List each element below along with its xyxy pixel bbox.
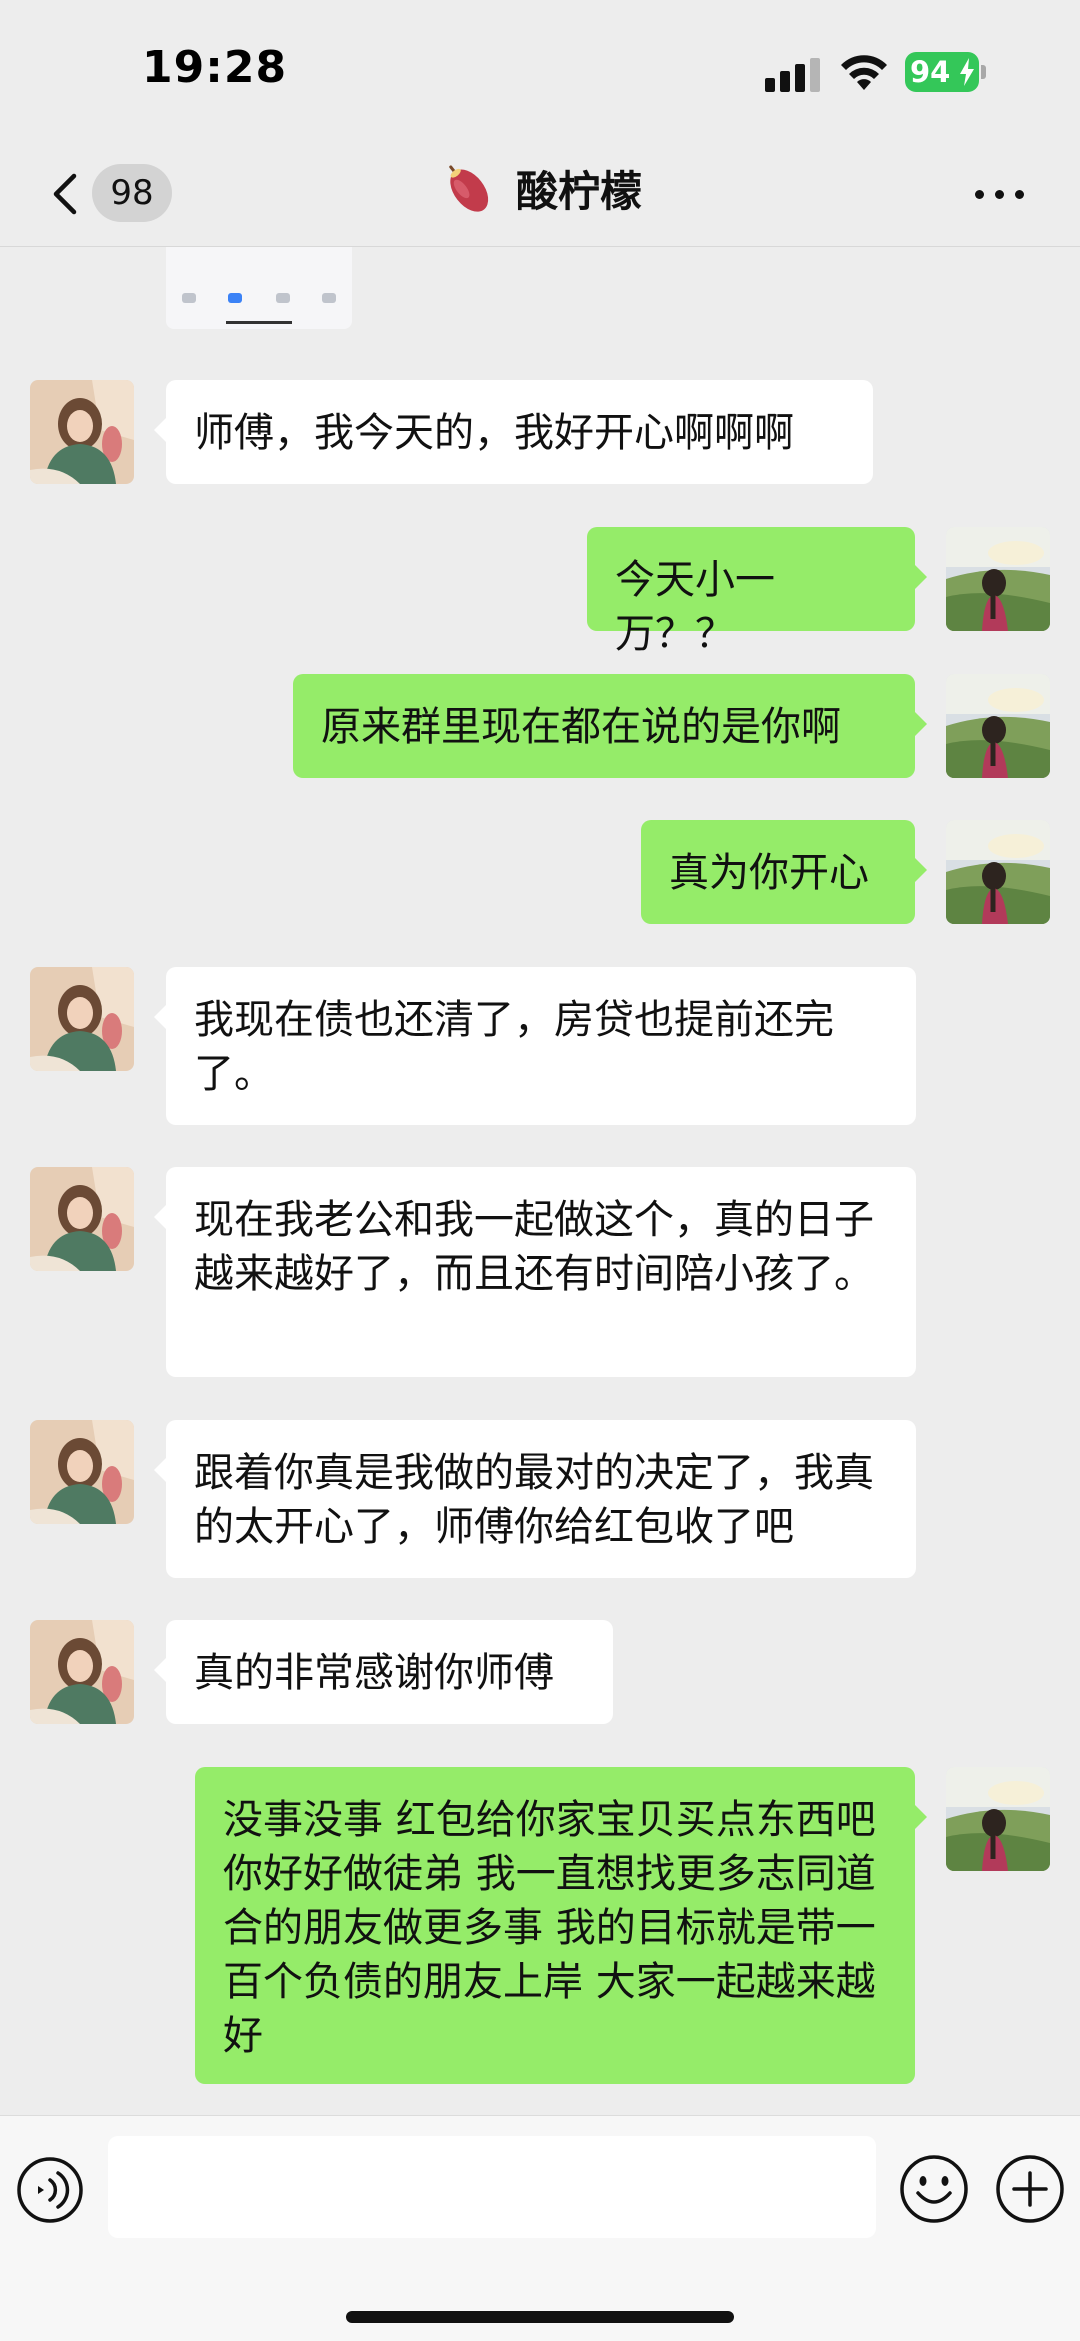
- contact-avatar[interactable]: [30, 1167, 134, 1271]
- message-bubble-outgoing[interactable]: 没事没事 红包给你家宝贝买点东西吧你好好做徒弟 我一直想找更多志同道合的朋友做更…: [195, 1767, 927, 2084]
- message-text: 现在我老公和我一起做这个，真的日子越来越好了，而且还有时间陪小孩了。: [194, 1197, 874, 1297]
- image-message-thumbnail[interactable]: [166, 247, 352, 329]
- wifi-icon: [841, 55, 887, 90]
- my-avatar[interactable]: [946, 820, 1050, 924]
- message-text: 跟着你真是我做的最对的决定了，我真的太开心了，师傅你给红包收了吧: [194, 1450, 874, 1550]
- contact-avatar[interactable]: [30, 1620, 134, 1724]
- input-bar: [0, 2115, 1080, 2341]
- chat-screen: 19:28 94 98 酸柠檬 师傅，我今天的，我好开心啊啊啊 今天小一万？？ …: [0, 0, 1080, 2341]
- cellular-signal-icon: [765, 58, 820, 92]
- my-avatar[interactable]: [946, 674, 1050, 778]
- message-text: 没事没事 红包给你家宝贝买点东西吧你好好做徒弟 我一直想找更多志同道合的朋友做更…: [223, 1797, 876, 2059]
- contact-avatar[interactable]: [30, 380, 134, 484]
- message-text: 真的非常感谢你师傅: [194, 1650, 554, 1696]
- contact-avatar[interactable]: [30, 1420, 134, 1524]
- message-bubble-incoming[interactable]: 现在我老公和我一起做这个，真的日子越来越好了，而且还有时间陪小孩了。: [154, 1167, 916, 1377]
- charging-bolt-icon: [960, 58, 974, 86]
- status-time: 19:28: [142, 42, 288, 93]
- status-bar: 19:28 94: [0, 0, 1080, 140]
- message-list[interactable]: 师傅，我今天的，我好开心啊啊啊 今天小一万？？ 原来群里现在都在说的是你啊 真为…: [0, 247, 1080, 2115]
- message-bubble-outgoing[interactable]: 原来群里现在都在说的是你啊: [293, 674, 927, 778]
- message-bubble-outgoing[interactable]: 真为你开心: [641, 820, 927, 924]
- contact-avatar[interactable]: [30, 967, 134, 1071]
- battery-charging-icon: 94: [905, 52, 986, 92]
- message-text: 师傅，我今天的，我好开心啊啊啊: [194, 410, 794, 456]
- nav-bar: 98 酸柠檬: [0, 140, 1080, 247]
- sweet-potato-emoji: [449, 164, 489, 212]
- more-options-button[interactable]: [970, 170, 1030, 216]
- chat-title: 酸柠檬: [515, 167, 642, 216]
- more-dots-icon: [975, 190, 984, 199]
- message-text: 真为你开心: [669, 850, 869, 896]
- emoji-icon[interactable]: [898, 2153, 970, 2225]
- my-avatar[interactable]: [946, 527, 1050, 631]
- message-text: 今天小一万？？: [615, 557, 775, 657]
- voice-icon[interactable]: [16, 2156, 84, 2224]
- message-bubble-incoming[interactable]: 真的非常感谢你师傅: [154, 1620, 613, 1724]
- message-bubble-incoming[interactable]: 我现在债也还清了，房贷也提前还完了。: [154, 967, 916, 1125]
- message-text: 我现在债也还清了，房贷也提前还完了。: [194, 997, 834, 1097]
- home-indicator[interactable]: [346, 2311, 734, 2323]
- chat-title-area: 酸柠檬: [0, 158, 1080, 230]
- my-avatar[interactable]: [946, 1767, 1050, 1871]
- battery-level: 94: [910, 55, 951, 89]
- message-bubble-outgoing[interactable]: 今天小一万？？: [587, 527, 927, 657]
- message-text: 原来群里现在都在说的是你啊: [321, 704, 841, 750]
- add-icon[interactable]: [994, 2153, 1066, 2225]
- message-bubble-incoming[interactable]: 跟着你真是我做的最对的决定了，我真的太开心了，师傅你给红包收了吧: [154, 1420, 916, 1578]
- message-bubble-incoming[interactable]: 师傅，我今天的，我好开心啊啊啊: [154, 380, 873, 484]
- message-input[interactable]: [108, 2136, 876, 2238]
